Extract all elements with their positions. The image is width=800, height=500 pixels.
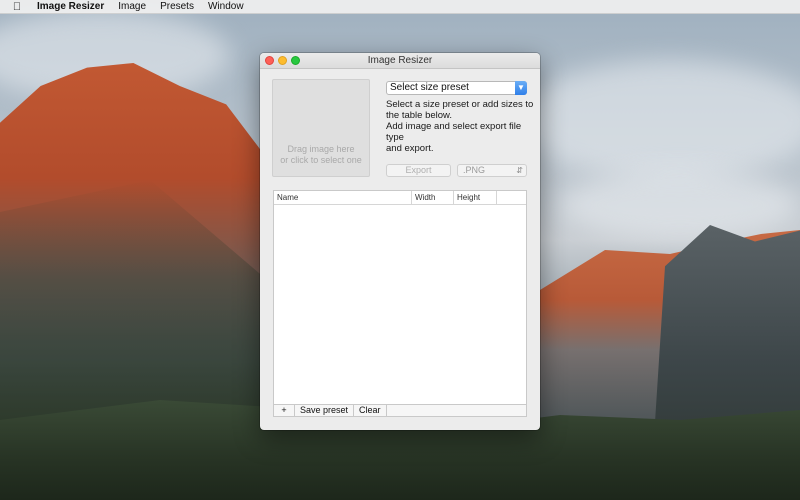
instructions-line: Select a size preset or add sizes to bbox=[386, 99, 534, 110]
column-header-height[interactable]: Height bbox=[454, 191, 497, 204]
clear-button[interactable]: Clear bbox=[354, 405, 387, 416]
menu-bar:  Image Resizer Image Presets Window bbox=[0, 0, 800, 14]
menu-app-name[interactable]: Image Resizer bbox=[30, 0, 111, 14]
add-size-button[interactable]: + bbox=[274, 405, 295, 416]
cloud bbox=[560, 170, 800, 240]
instructions-text: Select a size preset or add sizes to the… bbox=[386, 99, 536, 154]
menu-window[interactable]: Window bbox=[201, 0, 251, 14]
instructions-line: the table below. bbox=[386, 110, 453, 121]
table-header: Name Width Height bbox=[274, 191, 526, 205]
menu-image[interactable]: Image bbox=[111, 0, 153, 14]
minimize-window-button[interactable] bbox=[278, 56, 287, 65]
drop-zone-line-2: or click to select one bbox=[280, 155, 362, 165]
size-preset-select[interactable]: Select size preset ▼ bbox=[386, 81, 527, 95]
apple-logo-icon[interactable]:  bbox=[0, 0, 30, 14]
cloud bbox=[520, 60, 800, 180]
export-button[interactable]: Export bbox=[386, 164, 451, 177]
instructions-line: and export. bbox=[386, 143, 434, 154]
image-resizer-window: Image Resizer Drag image here or click t… bbox=[260, 53, 540, 430]
column-header-width[interactable]: Width bbox=[412, 191, 454, 204]
menu-presets[interactable]: Presets bbox=[153, 0, 201, 14]
drop-zone-line-1: Drag image here bbox=[287, 144, 355, 154]
close-window-button[interactable] bbox=[265, 56, 274, 65]
image-drop-zone[interactable]: Drag image here or click to select one bbox=[272, 79, 370, 177]
file-type-value: .PNG bbox=[463, 165, 486, 175]
sizes-table[interactable]: Name Width Height bbox=[273, 190, 527, 405]
instructions-line: Add image and select export file type bbox=[386, 121, 522, 143]
column-header-name[interactable]: Name bbox=[274, 191, 412, 204]
file-type-select[interactable]: .PNG ⇵ bbox=[457, 164, 527, 177]
up-down-chevron-icon: ⇵ bbox=[516, 166, 523, 175]
save-preset-button[interactable]: Save preset bbox=[295, 405, 355, 416]
table-toolbar: + Save preset Clear bbox=[273, 405, 527, 417]
size-preset-value: Select size preset bbox=[390, 82, 469, 93]
title-bar[interactable]: Image Resizer bbox=[260, 53, 540, 69]
zoom-window-button[interactable] bbox=[291, 56, 300, 65]
chevron-down-icon[interactable]: ▼ bbox=[515, 81, 527, 95]
window-title: Image Resizer bbox=[367, 55, 433, 66]
